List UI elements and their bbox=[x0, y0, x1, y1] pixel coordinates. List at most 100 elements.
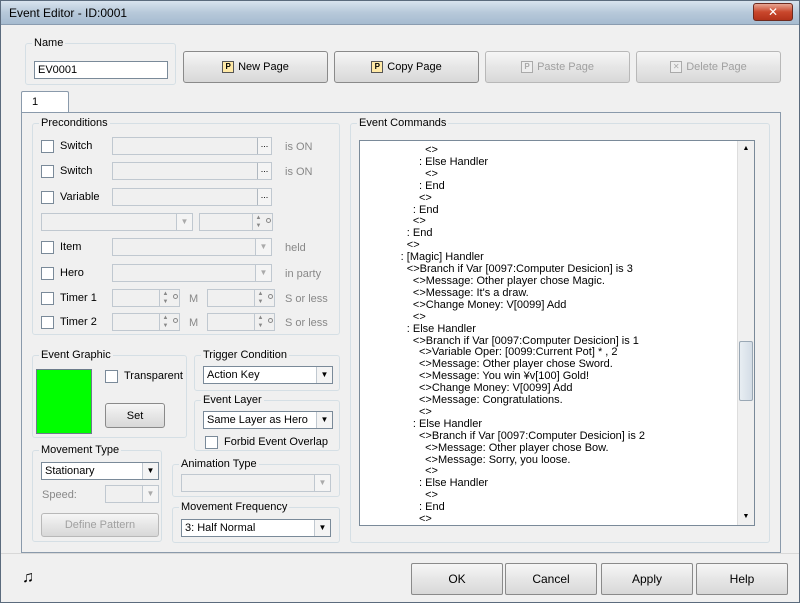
trigger-select[interactable]: Action Key ▼ bbox=[203, 366, 333, 384]
event-command-line[interactable]: <>Change Money: V[0099] Add bbox=[364, 299, 645, 312]
event-command-line[interactable]: : Else Handler bbox=[364, 323, 645, 336]
event-layer-select[interactable]: Same Layer as Hero ▼ bbox=[203, 411, 333, 429]
client-area: Name EV0001 P New Page P Copy Page P Pas… bbox=[21, 35, 781, 553]
variable-label: Variable bbox=[60, 191, 100, 203]
trigger-legend: Trigger Condition bbox=[201, 349, 289, 362]
preconditions-group: Preconditions Switch ... is ON Switch ..… bbox=[32, 117, 340, 335]
preconditions-legend: Preconditions bbox=[39, 117, 110, 130]
event-command-line[interactable]: <> bbox=[364, 168, 645, 181]
chevron-down-icon: ▼ bbox=[176, 214, 192, 230]
transparent-label: Transparent bbox=[124, 370, 183, 382]
chevron-down-icon: ▼ bbox=[316, 412, 332, 428]
title-bar[interactable]: Event Editor - ID:0001 ✕ bbox=[1, 1, 799, 25]
music-note-icon[interactable]: ♫ bbox=[22, 569, 34, 587]
timer1-m-label: M bbox=[189, 293, 199, 305]
movement-type-group: Movement Type Stationary ▼ Speed: ▼ Defin… bbox=[32, 444, 162, 542]
chevron-down-icon: ▼ bbox=[142, 486, 158, 502]
name-legend: Name bbox=[32, 37, 66, 50]
timer1-minutes-spinner[interactable]: ▲ ▼ bbox=[112, 289, 180, 307]
event-command-line[interactable]: : End bbox=[364, 180, 645, 193]
variable-field[interactable]: ... bbox=[112, 188, 272, 206]
delete-page-button[interactable]: ✕ Delete Page bbox=[636, 51, 781, 83]
set-label: Set bbox=[126, 409, 144, 422]
timer2-minutes-spinner[interactable]: ▲ ▼ bbox=[112, 313, 180, 331]
movement-frequency-value: 3: Half Normal bbox=[185, 522, 256, 534]
event-commands-list[interactable]: <> : Else Handler <> : End <> : End <> :… bbox=[359, 140, 755, 526]
event-commands-group: Event Commands <> : Else Handler <> : En… bbox=[350, 117, 770, 543]
variable-compare-select[interactable]: ▼ bbox=[41, 213, 193, 231]
help-button[interactable]: Help bbox=[696, 563, 788, 595]
copy-page-label: Copy Page bbox=[387, 61, 442, 73]
animation-type-select[interactable]: ▼ bbox=[181, 474, 331, 492]
timer1-seconds-spinner[interactable]: ▲ ▼ bbox=[207, 289, 275, 307]
chevron-down-icon: ▼ bbox=[255, 265, 271, 281]
variable-checkbox[interactable]: Variable bbox=[41, 190, 100, 204]
switch2-field[interactable]: ... bbox=[112, 162, 272, 180]
animation-type-group: Animation Type ▼ bbox=[172, 458, 340, 497]
switch1-browse[interactable]: ... bbox=[257, 138, 271, 154]
hero-checkbox[interactable]: Hero bbox=[41, 266, 84, 280]
item-label: Item bbox=[60, 241, 82, 253]
paste-page-label: Paste Page bbox=[537, 61, 594, 73]
variable-browse[interactable]: ... bbox=[257, 189, 271, 205]
switch2-suffix: is ON bbox=[285, 166, 313, 178]
hero-suffix: in party bbox=[285, 268, 322, 280]
switch2-checkbox[interactable]: Switch bbox=[41, 164, 92, 178]
event-commands-scrollbar[interactable]: ▲ ▼ bbox=[737, 141, 754, 525]
movement-type-value: Stationary bbox=[45, 465, 95, 477]
cancel-button[interactable]: Cancel bbox=[505, 563, 597, 595]
event-command-line[interactable]: <>Branch if Var [0097:Computer Desicion]… bbox=[364, 430, 645, 443]
timer2-suffix: S or less bbox=[285, 317, 328, 329]
event-command-line[interactable]: <>Message: Other player chose Bow. bbox=[364, 442, 645, 455]
event-graphic-legend: Event Graphic bbox=[39, 349, 113, 362]
forbid-overlap-checkbox[interactable]: Forbid Event Overlap bbox=[205, 435, 328, 449]
spin-arrows-icon[interactable]: ▲ ▼ bbox=[252, 214, 264, 230]
define-pattern-button[interactable]: Define Pattern bbox=[41, 513, 159, 537]
timer2-checkbox[interactable]: Timer 2 bbox=[41, 315, 97, 329]
switch1-suffix: is ON bbox=[285, 141, 313, 153]
timer2-seconds-spinner[interactable]: ▲ ▼ bbox=[207, 313, 275, 331]
speed-select[interactable]: ▼ bbox=[105, 485, 159, 503]
item-checkbox[interactable]: Item bbox=[41, 240, 81, 254]
event-graphic-preview[interactable] bbox=[36, 369, 92, 434]
ok-button[interactable]: OK bbox=[411, 563, 503, 595]
scroll-thumb[interactable] bbox=[739, 341, 753, 401]
switch2-browse[interactable]: ... bbox=[257, 163, 271, 179]
event-layer-value: Same Layer as Hero bbox=[207, 414, 308, 426]
switch1-field[interactable]: ... bbox=[112, 137, 272, 155]
new-page-label: New Page bbox=[238, 61, 289, 73]
copy-page-button[interactable]: P Copy Page bbox=[334, 51, 479, 83]
movement-frequency-select[interactable]: 3: Half Normal ▼ bbox=[181, 519, 331, 537]
delete-page-icon: ✕ bbox=[670, 61, 683, 73]
speed-label: Speed: bbox=[42, 489, 77, 501]
movement-type-select[interactable]: Stationary ▼ bbox=[41, 462, 159, 480]
forbid-overlap-label: Forbid Event Overlap bbox=[224, 436, 328, 448]
hero-select[interactable]: ▼ bbox=[112, 264, 272, 282]
timer2-m-label: M bbox=[189, 317, 199, 329]
item-select[interactable]: ▼ bbox=[112, 238, 272, 256]
apply-button[interactable]: Apply bbox=[601, 563, 693, 595]
animation-type-legend: Animation Type bbox=[179, 458, 259, 471]
event-command-line[interactable]: : Else Handler bbox=[364, 418, 645, 431]
switch1-label: Switch bbox=[60, 140, 93, 152]
event-layer-legend: Event Layer bbox=[201, 394, 264, 407]
scroll-up-icon[interactable]: ▲ bbox=[738, 141, 754, 157]
paste-page-button[interactable]: P Paste Page bbox=[485, 51, 630, 83]
define-pattern-label: Define Pattern bbox=[64, 519, 136, 531]
transparent-checkbox[interactable]: Transparent bbox=[105, 369, 183, 383]
scroll-down-icon[interactable]: ▼ bbox=[738, 509, 754, 525]
event-command-line[interactable]: <>Message: It's a draw. bbox=[364, 287, 645, 300]
variable-value-spinner[interactable]: ▲ ▼ bbox=[199, 213, 273, 231]
close-button[interactable]: ✕ bbox=[753, 3, 793, 21]
name-group: Name EV0001 bbox=[25, 37, 176, 85]
event-command-line[interactable]: <> bbox=[364, 311, 645, 324]
event-command-lines[interactable]: <> : Else Handler <> : End <> : End <> :… bbox=[364, 144, 645, 525]
event-command-line[interactable]: <> bbox=[364, 192, 645, 205]
name-input[interactable]: EV0001 bbox=[34, 61, 168, 79]
event-layer-group: Event Layer Same Layer as Hero ▼ Forbid E… bbox=[194, 394, 340, 451]
switch1-checkbox[interactable]: Switch bbox=[41, 139, 92, 153]
timer1-checkbox[interactable]: Timer 1 bbox=[41, 291, 97, 305]
set-graphic-button[interactable]: Set bbox=[105, 403, 165, 428]
tab-page-1[interactable]: 1 bbox=[21, 91, 69, 113]
new-page-button[interactable]: P New Page bbox=[183, 51, 328, 83]
